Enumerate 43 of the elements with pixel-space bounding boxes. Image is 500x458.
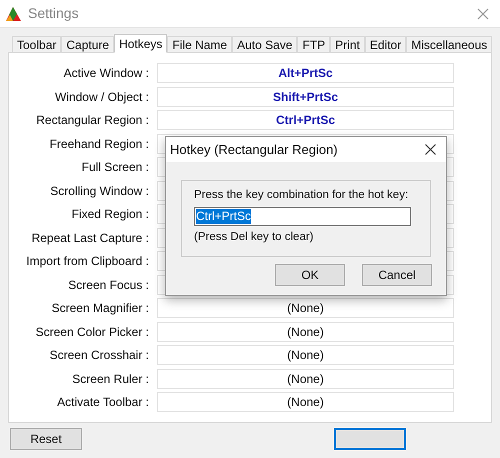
hotkey-label: Rectangular Region : bbox=[35, 112, 149, 129]
hotkey-label: Activate Toolbar : bbox=[56, 394, 149, 411]
hotkey-field[interactable]: (None) bbox=[157, 345, 454, 365]
hotkey-label: Full Screen : bbox=[80, 159, 149, 176]
dialog-button[interactable]: OK bbox=[275, 264, 345, 286]
hotkey-label: Freehand Region : bbox=[48, 136, 149, 152]
tab[interactable]: Hotkeys bbox=[114, 34, 168, 53]
hotkey-label: Screen Ruler : bbox=[71, 370, 149, 388]
hotkey-field[interactable]: Shift+PrtSc bbox=[157, 86, 454, 106]
hint-text: (Press Del key to clear) bbox=[194, 230, 314, 246]
hotkey-label: Scrolling Window : bbox=[49, 182, 149, 200]
hotkey-label: Screen Focus : bbox=[67, 276, 149, 294]
tab[interactable]: Editor bbox=[364, 36, 406, 52]
app-logo-icon bbox=[5, 5, 22, 22]
tab[interactable]: Auto Save bbox=[232, 36, 298, 52]
tab[interactable]: Capture bbox=[61, 36, 114, 52]
hotkey-field[interactable]: (None) bbox=[157, 392, 454, 412]
hotkey-field[interactable]: Ctrl+PrtSc bbox=[157, 110, 454, 130]
tab[interactable]: Toolbar bbox=[12, 36, 62, 52]
default-button[interactable] bbox=[334, 428, 406, 450]
hotkey-label: Window / Object : bbox=[54, 88, 149, 106]
tab[interactable]: FTP bbox=[297, 36, 330, 52]
tab[interactable]: Print bbox=[330, 36, 365, 52]
hotkey-label: Screen Crosshair : bbox=[48, 347, 149, 364]
hotkey-label: Screen Magnifier : bbox=[50, 300, 149, 317]
hotkey-field[interactable]: (None) bbox=[157, 322, 454, 342]
hotkey-field[interactable]: Alt+PrtSc bbox=[157, 63, 454, 83]
hotkey-input[interactable]: Ctrl+PrtSc bbox=[194, 207, 411, 226]
hotkey-label: Screen Color Picker : bbox=[34, 324, 149, 340]
hotkey-label: Fixed Region : bbox=[70, 206, 149, 223]
hotkey-label: Active Window : bbox=[62, 65, 149, 82]
hotkey-label: Repeat Last Capture : bbox=[30, 230, 149, 246]
window-title: Settings bbox=[28, 4, 79, 23]
hotkey-field[interactable]: (None) bbox=[157, 368, 454, 388]
tab[interactable]: File Name bbox=[167, 36, 232, 52]
close-icon[interactable] bbox=[425, 144, 436, 155]
dialog-button[interactable]: Cancel bbox=[362, 264, 432, 286]
prompt-text: Press the key combination for the hot key: bbox=[194, 188, 408, 203]
dialog-title: Hotkey (Rectangular Region) bbox=[170, 140, 338, 159]
reset-button[interactable]: Reset bbox=[10, 428, 82, 450]
tab[interactable]: Miscellaneous bbox=[406, 36, 492, 52]
hotkey-label: Import from Clipboard : bbox=[25, 253, 149, 270]
hotkey-field[interactable]: (None) bbox=[157, 298, 454, 318]
